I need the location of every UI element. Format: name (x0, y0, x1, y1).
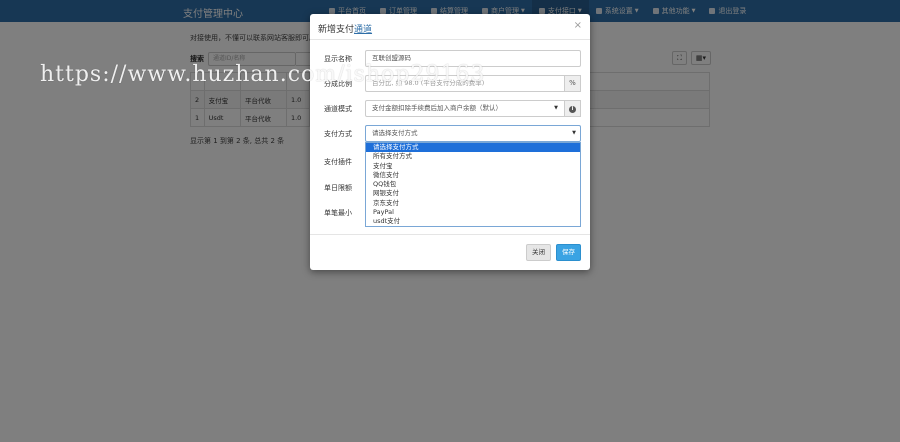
dropdown-option[interactable]: 微信支付 (366, 171, 580, 180)
method-select[interactable]: 请选择支付方式 ▼ (365, 125, 581, 142)
dropdown-option[interactable]: 支付宝 (366, 162, 580, 171)
modal-title: 新增支付通道 (318, 25, 373, 35)
percent-addon: % (564, 75, 581, 92)
modal-header: 新增支付通道 × (310, 14, 590, 40)
modal-footer: 关闭 保存 (310, 234, 590, 270)
mode-select[interactable]: 支付金额扣除手续费后加入商户余额（默认） ▼ i (365, 100, 581, 117)
info-icon: i (569, 106, 576, 113)
watermark-text: https://www.huzhan.com/ishop29163 (40, 62, 486, 87)
dropdown-option[interactable]: 网银支付 (366, 189, 580, 198)
chevron-down-icon: ▼ (572, 130, 576, 136)
min-amount-label: 单笔最小 (324, 209, 352, 217)
dropdown-option[interactable]: 请选择支付方式 (366, 143, 580, 153)
close-icon[interactable]: × (574, 20, 582, 31)
plugin-label: 支付插件 (324, 158, 352, 166)
chevron-down-icon: ▼ (554, 105, 558, 111)
dropdown-option[interactable]: PayPal (366, 208, 580, 217)
method-label: 支付方式 (324, 130, 352, 138)
daily-limit-label: 单日限额 (324, 184, 352, 192)
mode-label: 通道模式 (324, 105, 352, 113)
dropdown-option[interactable]: 京东支付 (366, 199, 580, 208)
info-addon[interactable]: i (564, 100, 581, 117)
save-button[interactable]: 保存 (556, 244, 581, 261)
method-dropdown-list: 请选择支付方式 所有支付方式 支付宝 微信支付 QQ钱包 网银支付 京东支付 P… (365, 142, 581, 227)
dropdown-option[interactable]: usdt支付 (366, 217, 580, 226)
close-button[interactable]: 关闭 (526, 244, 551, 261)
dropdown-option[interactable]: 所有支付方式 (366, 152, 580, 161)
